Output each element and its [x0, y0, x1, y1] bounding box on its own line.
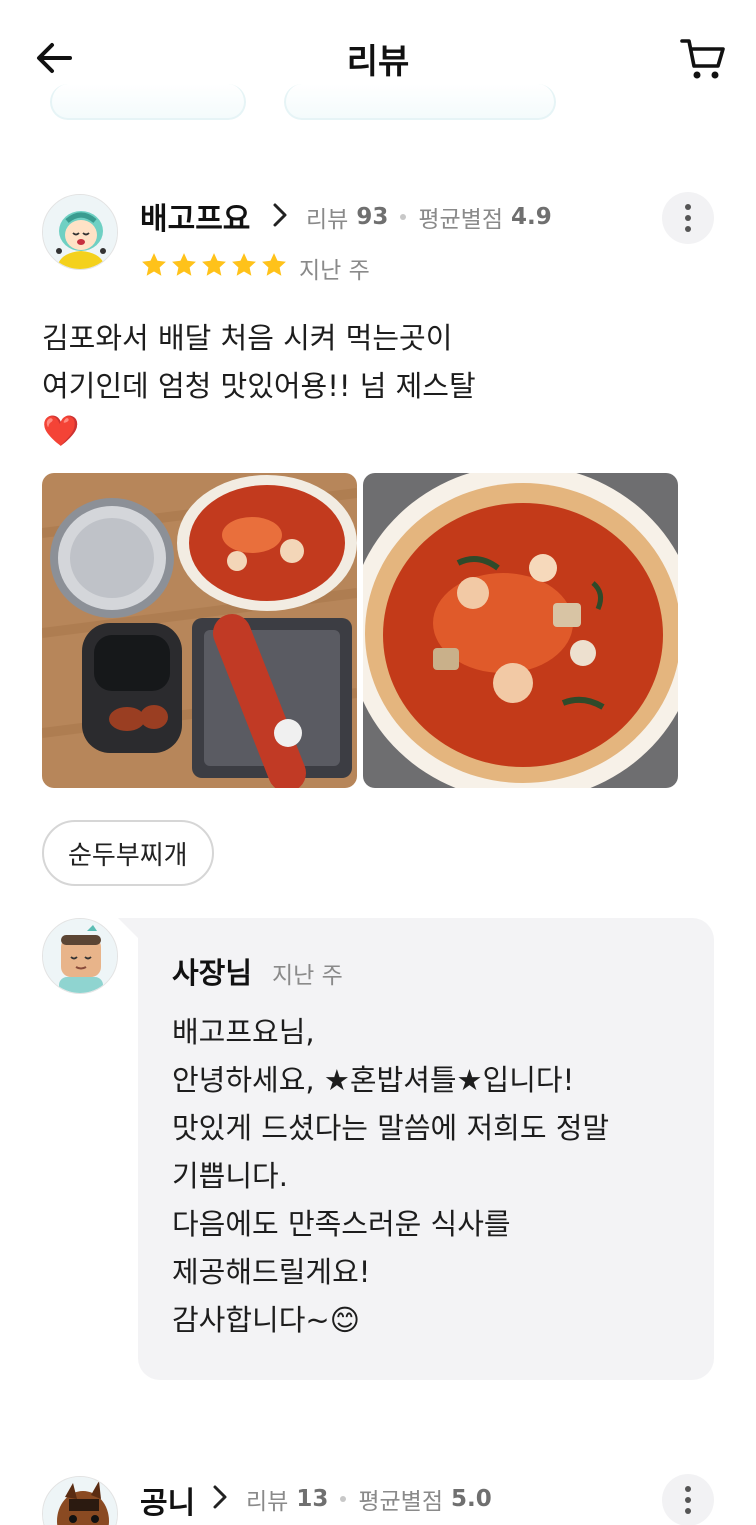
reviewer-stats: 리뷰 93 평균별점 4.9 [306, 200, 552, 234]
avg-rating: 5.0 [450, 1486, 492, 1512]
more-dot [685, 1508, 691, 1514]
star-icon [142, 253, 166, 276]
avatar[interactable] [42, 194, 118, 270]
cart-button[interactable] [680, 36, 726, 82]
avg-rating: 4.9 [510, 204, 552, 230]
owner-reply-text: 배고프요님, 안녕하세요, ★혼밥셔틀★입니다! 맛있게 드셨다는 말씀에 저희… [172, 1015, 610, 1337]
avatar-illustration [43, 195, 117, 269]
owner-name: 사장님 [172, 956, 253, 990]
star-icon [262, 253, 286, 276]
avatar-illustration [43, 1477, 117, 1525]
more-dot [685, 1486, 691, 1492]
chevron-right-icon[interactable] [270, 202, 290, 228]
avg-rating-label: 평균별점 [418, 207, 503, 233]
star-icon [172, 253, 196, 276]
more-dot [685, 226, 691, 232]
food-photo-image [42, 473, 357, 788]
reviewer-name[interactable]: 배고프요 [140, 194, 250, 238]
owner-reply-date: 지난 주 [272, 963, 343, 989]
heart-emoji: ❤️ [42, 414, 80, 449]
stew-photo-image [363, 473, 678, 788]
more-dot [685, 1497, 691, 1503]
more-dot [685, 215, 691, 221]
separator-dot [340, 1496, 347, 1502]
review-count: 93 [356, 204, 389, 230]
reply-bubble-tail [118, 918, 140, 940]
page-title: 리뷰 [346, 42, 410, 82]
owner-avatar-illustration [43, 919, 117, 993]
rating-stars [140, 251, 288, 279]
chevron-right-icon[interactable] [210, 1484, 230, 1510]
more-options-button[interactable] [662, 192, 714, 244]
more-dot [685, 204, 691, 210]
reviewer-name[interactable]: 공니 [140, 1478, 195, 1522]
review-count: 13 [296, 1486, 329, 1512]
review-date: 지난 주 [299, 258, 370, 284]
avg-rating-label: 평균별점 [358, 1489, 443, 1515]
review-count-label: 리뷰 [306, 207, 349, 233]
owner-avatar [42, 918, 118, 994]
filter-chip-partial[interactable] [50, 84, 246, 120]
separator-dot [400, 214, 407, 220]
review-photo-2[interactable] [363, 473, 678, 788]
star-icon [232, 253, 256, 276]
reviewer-stats: 리뷰 13 평균별점 5.0 [246, 1482, 492, 1516]
review-text: 김포와서 배달 처음 시켜 먹는곳이 여기인데 엄청 맛있어용!! 넘 제스탈 [42, 321, 476, 403]
menu-tag-chip[interactable]: 순두부찌개 [42, 820, 214, 886]
avatar[interactable] [42, 1476, 118, 1525]
filter-chip-partial[interactable] [284, 84, 556, 120]
review-photo-1[interactable] [42, 473, 357, 788]
review-count-label: 리뷰 [246, 1489, 289, 1515]
cart-icon [680, 39, 725, 79]
more-options-button[interactable] [662, 1474, 714, 1525]
star-icon [202, 253, 226, 276]
